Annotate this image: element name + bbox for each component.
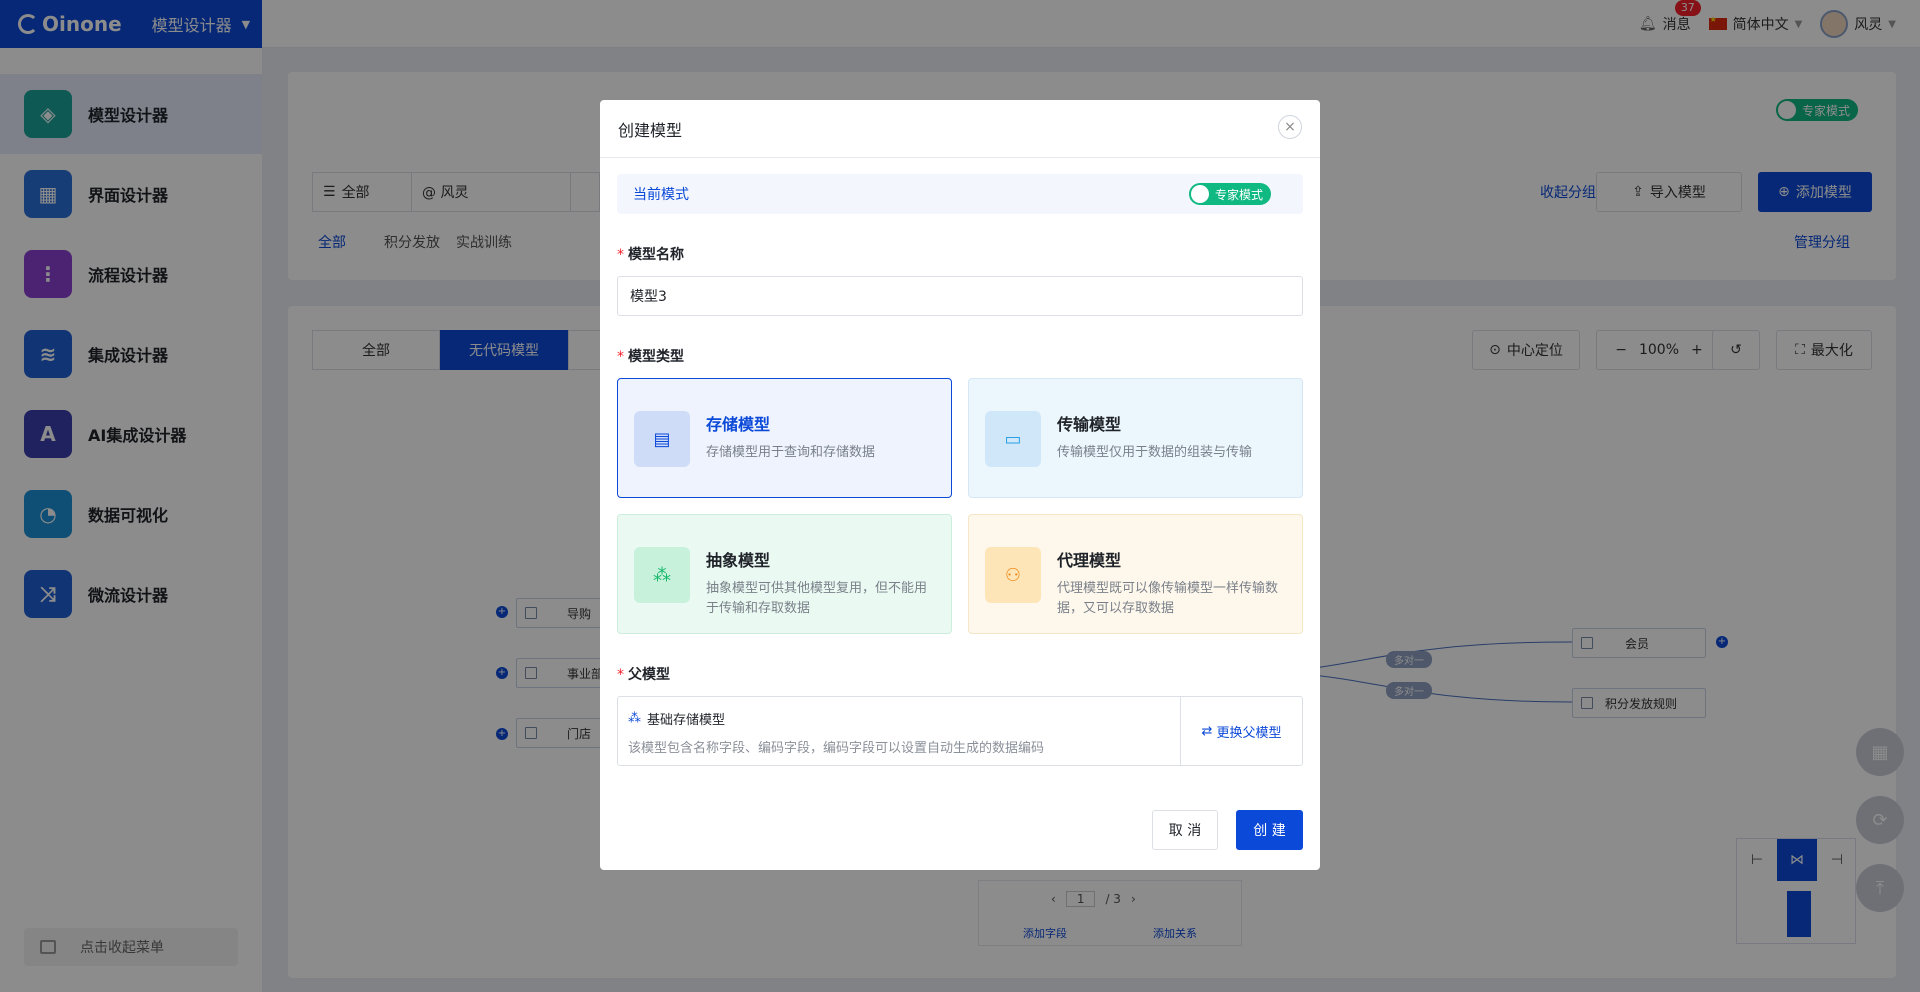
cancel-button[interactable]: 取 消 [1152,810,1218,850]
swap-icon: ⇄ [1201,723,1213,739]
monitor-icon: ▭ [985,411,1041,467]
model-name-label-text: 模型名称 [628,247,684,263]
parent-model-field: ⁂ 基础存储模型 该模型包含名称字段、编码字段，编码字段可以设置自动生成的数据编… [617,696,1303,766]
card-description: 传输模型仅用于数据的组装与传输 [1057,445,1253,460]
model-type-abstract-card[interactable]: ⁂ 抽象模型 抽象模型可供其他模型复用，但不能用于传输和存取数据 [617,514,952,634]
model-name-value: 模型3 [630,289,667,305]
model-name-input[interactable]: 模型3 [617,276,1303,316]
model-type-proxy-card[interactable]: ⚇ 代理模型 代理模型既可以像传输模型一样传输数据，又可以存取数据 [968,514,1303,634]
model-name-label: * 模型名称 [617,244,684,264]
model-type-label: * 模型类型 [617,346,684,366]
change-parent-button[interactable]: ⇄ 更换父模型 [1180,697,1302,765]
toggle-knob [1191,185,1209,203]
card-description: 存储模型用于查询和存储数据 [706,445,876,460]
model-type-storage-card[interactable]: ▤ 存储模型 存储模型用于查询和存储数据 [617,378,952,498]
close-icon[interactable]: × [1278,115,1302,139]
card-title: 代理模型 [1057,551,1122,570]
expert-mode-label: 专家模式 [1215,187,1264,202]
card-description: 抽象模型可供其他模型复用，但不能用于传输和存取数据 [706,581,928,616]
create-button[interactable]: 创 建 [1236,810,1303,850]
card-title: 传输模型 [1057,415,1122,434]
expert-mode-toggle[interactable]: 专家模式 [1189,183,1272,205]
proxy-icon: ⚇ [985,547,1041,603]
card-description: 代理模型既可以像传输模型一样传输数据，又可以存取数据 [1057,581,1279,616]
hierarchy-icon: ⁂ [634,547,690,603]
model-type-transfer-card[interactable]: ▭ 传输模型 传输模型仅用于数据的组装与传输 [968,378,1303,498]
parent-model-description: 该模型包含名称字段、编码字段，编码字段可以设置自动生成的数据编码 [628,741,1045,756]
create-model-dialog: 创建模型 × 当前模式 专家模式 * 模型名称 模型3 * 模型类型 ▤ 存储模型 … [600,100,1320,870]
dialog-title: 创建模型 [618,120,683,140]
required-mark: * [617,247,624,263]
current-mode-label: 当前模式 [633,187,689,203]
parent-model-label: * 父模型 [617,664,670,684]
change-parent-label: 更换父模型 [1216,725,1282,741]
hierarchy-icon: ⁂ [628,711,641,726]
required-mark: * [617,667,624,683]
parent-model-name-text: 基础存储模型 [647,713,726,728]
parent-model-label-text: 父模型 [628,667,670,683]
table-icon: ▤ [634,411,690,467]
card-title: 存储模型 [706,415,771,434]
parent-model-name: ⁂ 基础存储模型 [628,709,725,728]
current-mode-bar: 当前模式 专家模式 [617,174,1303,214]
dialog-header: 创建模型 × [600,100,1320,158]
card-title: 抽象模型 [706,551,771,570]
required-mark: * [617,349,624,365]
model-type-label-text: 模型类型 [628,349,684,365]
